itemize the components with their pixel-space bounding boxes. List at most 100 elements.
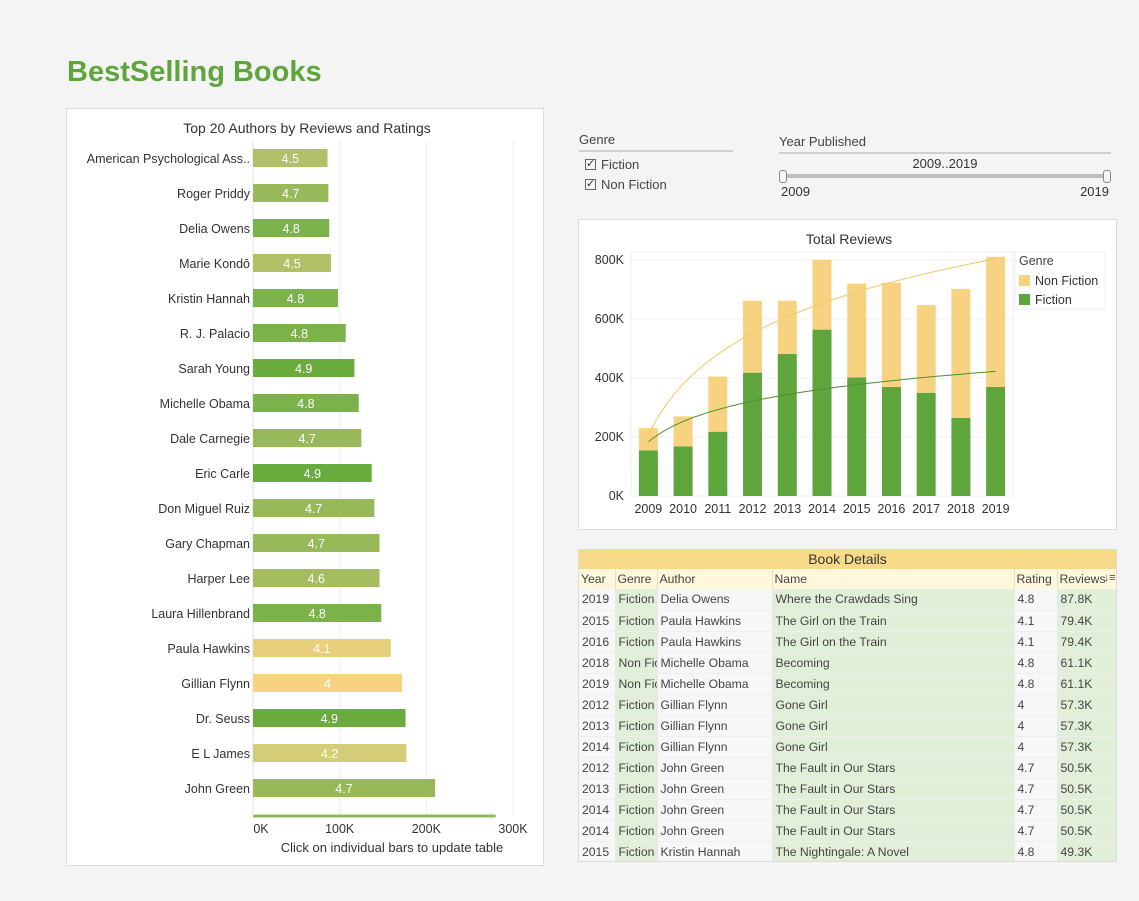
fiction-bar[interactable] xyxy=(777,353,797,496)
table-row[interactable]: 2016 Fiction Paula Hawkins The Girl on the … xyxy=(579,631,1116,653)
year-range-text: 2009..2019 xyxy=(912,156,978,171)
author-label: Sarah Young xyxy=(178,362,250,376)
genre-option-label: Fiction xyxy=(601,156,640,172)
table-row[interactable]: 2014 Fiction Gillian Flynn Gone Girl 4 57.3K xyxy=(579,736,1116,758)
x-tick-label: 2016 xyxy=(878,502,906,516)
table-cell: Fiction xyxy=(615,757,658,779)
genre-option-non-fiction[interactable]: ✓ Non Fiction xyxy=(585,176,733,192)
legend-entry[interactable]: Non Fiction xyxy=(1035,274,1098,288)
table-row[interactable]: 2013 Fiction Gillian Flynn Gone Girl 4 57.3K xyxy=(579,715,1116,737)
checkbox-checked-icon[interactable]: ✓ xyxy=(585,158,596,170)
table-row[interactable]: 2014 Fiction John Green The Fault in Our St… xyxy=(579,799,1116,821)
table-row[interactable]: 2015 Fiction Kristin Hannah The Nightingale… xyxy=(579,841,1116,861)
author-rating-label: 4.2 xyxy=(321,747,338,761)
book-details-panel: Book Details Year Genre Author Name Rating ↓≡… xyxy=(578,549,1117,862)
table-cell: Gone Girl xyxy=(772,715,1015,737)
author-label: American Psychological Ass.. xyxy=(87,152,250,166)
table-cell: 57.3K xyxy=(1057,694,1116,716)
fiction-bar[interactable] xyxy=(708,431,728,496)
column-header[interactable]: ↓≡ Reviews xyxy=(1057,569,1116,589)
fiction-bar[interactable] xyxy=(951,417,971,496)
non-fiction-bar[interactable] xyxy=(847,283,867,378)
x-tick-label: 2018 xyxy=(947,502,975,516)
column-header[interactable]: Name xyxy=(772,569,1015,589)
table-cell: 2012 xyxy=(579,757,616,779)
fiction-bar[interactable] xyxy=(638,450,658,496)
author-rating-label: 4.8 xyxy=(297,397,314,411)
x-tick-label: 2017 xyxy=(912,502,940,516)
table-cell: 2014 xyxy=(579,820,616,842)
non-fiction-bar[interactable] xyxy=(638,428,658,451)
column-header[interactable]: Genre xyxy=(615,569,658,589)
table-cell: Paula Hawkins xyxy=(657,631,773,653)
table-row[interactable]: 2018Non FictionMichelle ObamaBecoming4.8… xyxy=(579,652,1116,674)
author-rating-label: 4.8 xyxy=(282,222,299,236)
column-header[interactable]: Rating xyxy=(1014,569,1058,589)
author-label: John Green xyxy=(185,782,250,796)
table-row[interactable]: 2012 Fiction John Green The Fault in Our St… xyxy=(579,757,1116,779)
table-row[interactable]: 2012 Fiction Gillian Flynn Gone Girl 4 57.3K xyxy=(579,694,1116,716)
table-cell: Delia Owens xyxy=(657,589,773,611)
table-cell: 4.7 xyxy=(1014,757,1058,779)
year-max-label: 2019 xyxy=(1080,184,1109,199)
table-row[interactable]: 2014 Fiction John Green The Fault in Our St… xyxy=(579,820,1116,842)
legend-title: Genre xyxy=(1019,254,1054,268)
authors-chart-title: Top 20 Authors by Reviews and Ratings xyxy=(183,120,430,136)
fiction-bar[interactable] xyxy=(743,372,763,496)
fiction-bar[interactable] xyxy=(986,386,1006,496)
table-cell: 50.5K xyxy=(1057,757,1116,779)
non-fiction-bar[interactable] xyxy=(916,305,936,393)
author-label: Dr. Seuss xyxy=(196,712,250,726)
fiction-bar[interactable] xyxy=(916,392,936,496)
table-cell: Michelle Obama xyxy=(657,652,773,674)
table-cell: Fiction xyxy=(615,715,658,737)
table-row[interactable]: 2019Non FictionMichelle ObamaBecoming4.8… xyxy=(579,673,1116,695)
table-cell: 4 xyxy=(1014,715,1058,737)
table-cell: Fiction xyxy=(615,799,658,821)
table-cell: Gillian Flynn xyxy=(657,736,773,758)
table-cell: John Green xyxy=(657,799,773,821)
reviews-chart-title: Total Reviews xyxy=(806,231,892,247)
non-fiction-bar[interactable] xyxy=(812,259,832,330)
non-fiction-bar[interactable] xyxy=(986,256,1006,387)
column-header[interactable]: Author xyxy=(657,569,773,589)
author-label: Dale Carnegie xyxy=(170,432,250,446)
checkbox-checked-icon[interactable]: ✓ xyxy=(585,178,596,190)
table-cell: Gone Girl xyxy=(772,736,1015,758)
non-fiction-bar[interactable] xyxy=(951,288,971,418)
table-cell: John Green xyxy=(657,778,773,800)
fiction-bar[interactable] xyxy=(847,377,867,496)
table-cell: The Nightingale: A Novel xyxy=(772,841,1015,861)
table-row[interactable]: 2015 Fiction Paula Hawkins The Girl on the … xyxy=(579,610,1116,632)
year-slider-min-handle[interactable] xyxy=(779,170,787,183)
fiction-bar[interactable] xyxy=(881,386,901,496)
table-row[interactable]: 2013 Fiction John Green The Fault in Our St… xyxy=(579,778,1116,800)
y-tick-label: 600K xyxy=(595,312,625,326)
legend-entry[interactable]: Fiction xyxy=(1035,293,1072,307)
non-fiction-bar[interactable] xyxy=(673,416,693,447)
fiction-bar[interactable] xyxy=(673,446,693,496)
genre-option-fiction[interactable]: ✓ Fiction xyxy=(585,156,733,172)
table-row[interactable]: 2019 Fiction Delia Owens Where the Crawdads… xyxy=(579,589,1116,611)
table-cell: 57.3K xyxy=(1057,736,1116,758)
book-details-title: Book Details xyxy=(579,550,1116,569)
table-cell: 50.5K xyxy=(1057,778,1116,800)
year-slider-max-handle[interactable] xyxy=(1103,170,1111,183)
table-cell: 2013 xyxy=(579,715,616,737)
table-cell: 4.8 xyxy=(1014,841,1058,861)
table-cell: The Girl on the Train xyxy=(772,610,1015,632)
table-cell: Becoming xyxy=(772,652,1015,674)
non-fiction-bar[interactable] xyxy=(881,282,901,387)
column-header[interactable]: Year xyxy=(579,569,616,589)
table-cell: 4.7 xyxy=(1014,778,1058,800)
year-filter: Year Published 2009..2019 2009 2019 xyxy=(779,134,1111,199)
author-label: Kristin Hannah xyxy=(168,292,250,306)
x-tick-label: 2013 xyxy=(773,502,801,516)
year-slider[interactable] xyxy=(779,170,1111,183)
non-fiction-bar[interactable] xyxy=(708,376,728,432)
table-cell: Michelle Obama xyxy=(657,673,773,695)
year-filter-label: Year Published xyxy=(779,134,1111,154)
year-min-label: 2009 xyxy=(781,184,810,199)
fiction-bar[interactable] xyxy=(812,329,832,496)
non-fiction-bar[interactable] xyxy=(777,300,797,354)
